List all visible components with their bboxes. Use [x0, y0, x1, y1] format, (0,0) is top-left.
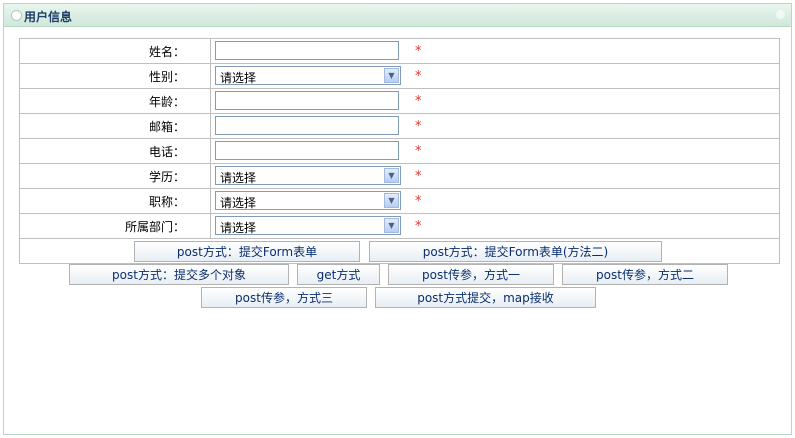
- title-select[interactable]: 请选择 ▼: [215, 191, 401, 210]
- form-row-education: 学历： 请选择 ▼ *: [19, 163, 780, 189]
- required-mark: *: [415, 69, 422, 84]
- required-mark: *: [415, 219, 422, 234]
- department-label: 所属部门：: [19, 213, 211, 239]
- form-row-phone: 电话： *: [19, 138, 780, 164]
- title-select-value: 请选择: [220, 196, 257, 210]
- post-form-button[interactable]: post方式：提交Form表单: [134, 241, 360, 262]
- chevron-down-icon[interactable]: ▼: [384, 168, 399, 183]
- panel-header: 用户信息: [4, 4, 791, 27]
- required-mark: *: [415, 119, 422, 134]
- chevron-down-icon[interactable]: ▼: [384, 193, 399, 208]
- email-input[interactable]: [215, 116, 399, 135]
- panel-corner-icon: [776, 10, 785, 19]
- education-select-value: 请选择: [220, 171, 257, 185]
- required-mark: *: [415, 144, 422, 159]
- required-mark: *: [415, 44, 422, 59]
- button-area: post方式：提交Form表单 post方式：提交Form表单(方法二) pos…: [19, 238, 780, 308]
- department-select[interactable]: 请选择 ▼: [215, 216, 401, 235]
- gender-select-value: 请选择: [220, 71, 257, 85]
- age-label: 年龄：: [19, 88, 211, 114]
- post-param-method1-button[interactable]: post传参，方式一: [388, 264, 554, 285]
- phone-input[interactable]: [215, 141, 399, 160]
- required-mark: *: [415, 94, 422, 109]
- name-input[interactable]: [215, 41, 399, 60]
- department-select-value: 请选择: [220, 221, 257, 235]
- chevron-down-icon[interactable]: ▼: [384, 68, 399, 83]
- phone-label: 电话：: [19, 138, 211, 164]
- post-map-button[interactable]: post方式提交，map接收: [375, 287, 596, 308]
- form-row-email: 邮箱： *: [19, 113, 780, 139]
- form-row-title: 职称： 请选择 ▼ *: [19, 188, 780, 214]
- panel-title: 用户信息: [24, 10, 73, 24]
- form-row-department: 所属部门： 请选择 ▼ *: [19, 213, 780, 239]
- required-mark: *: [415, 169, 422, 184]
- chevron-down-icon[interactable]: ▼: [384, 218, 399, 233]
- gender-select[interactable]: 请选择 ▼: [215, 66, 401, 85]
- name-label: 姓名：: [19, 38, 211, 64]
- form-row-gender: 性别： 请选择 ▼ *: [19, 63, 780, 89]
- education-label: 学历：: [19, 163, 211, 189]
- form-row-name: 姓名： *: [19, 38, 780, 64]
- title-label: 职称：: [19, 188, 211, 214]
- user-form: 姓名： * 性别： 请选择 ▼ * 年龄： * 邮箱： * 电话： * 学历： …: [19, 38, 780, 308]
- form-row-buttons: post方式：提交Form表单 post方式：提交Form表单(方法二) pos…: [19, 238, 780, 308]
- post-param-method3-button[interactable]: post传参，方式三: [201, 287, 367, 308]
- panel-bullet-icon: [11, 10, 22, 21]
- education-select[interactable]: 请选择 ▼: [215, 166, 401, 185]
- post-form-method2-button[interactable]: post方式：提交Form表单(方法二): [369, 241, 662, 262]
- gender-label: 性别：: [19, 63, 211, 89]
- post-multi-objects-button[interactable]: post方式：提交多个对象: [69, 264, 289, 285]
- required-mark: *: [415, 194, 422, 209]
- email-label: 邮箱：: [19, 113, 211, 139]
- age-input[interactable]: [215, 91, 399, 110]
- form-row-age: 年龄： *: [19, 88, 780, 114]
- get-button[interactable]: get方式: [297, 264, 380, 285]
- post-param-method2-button[interactable]: post传参，方式二: [562, 264, 728, 285]
